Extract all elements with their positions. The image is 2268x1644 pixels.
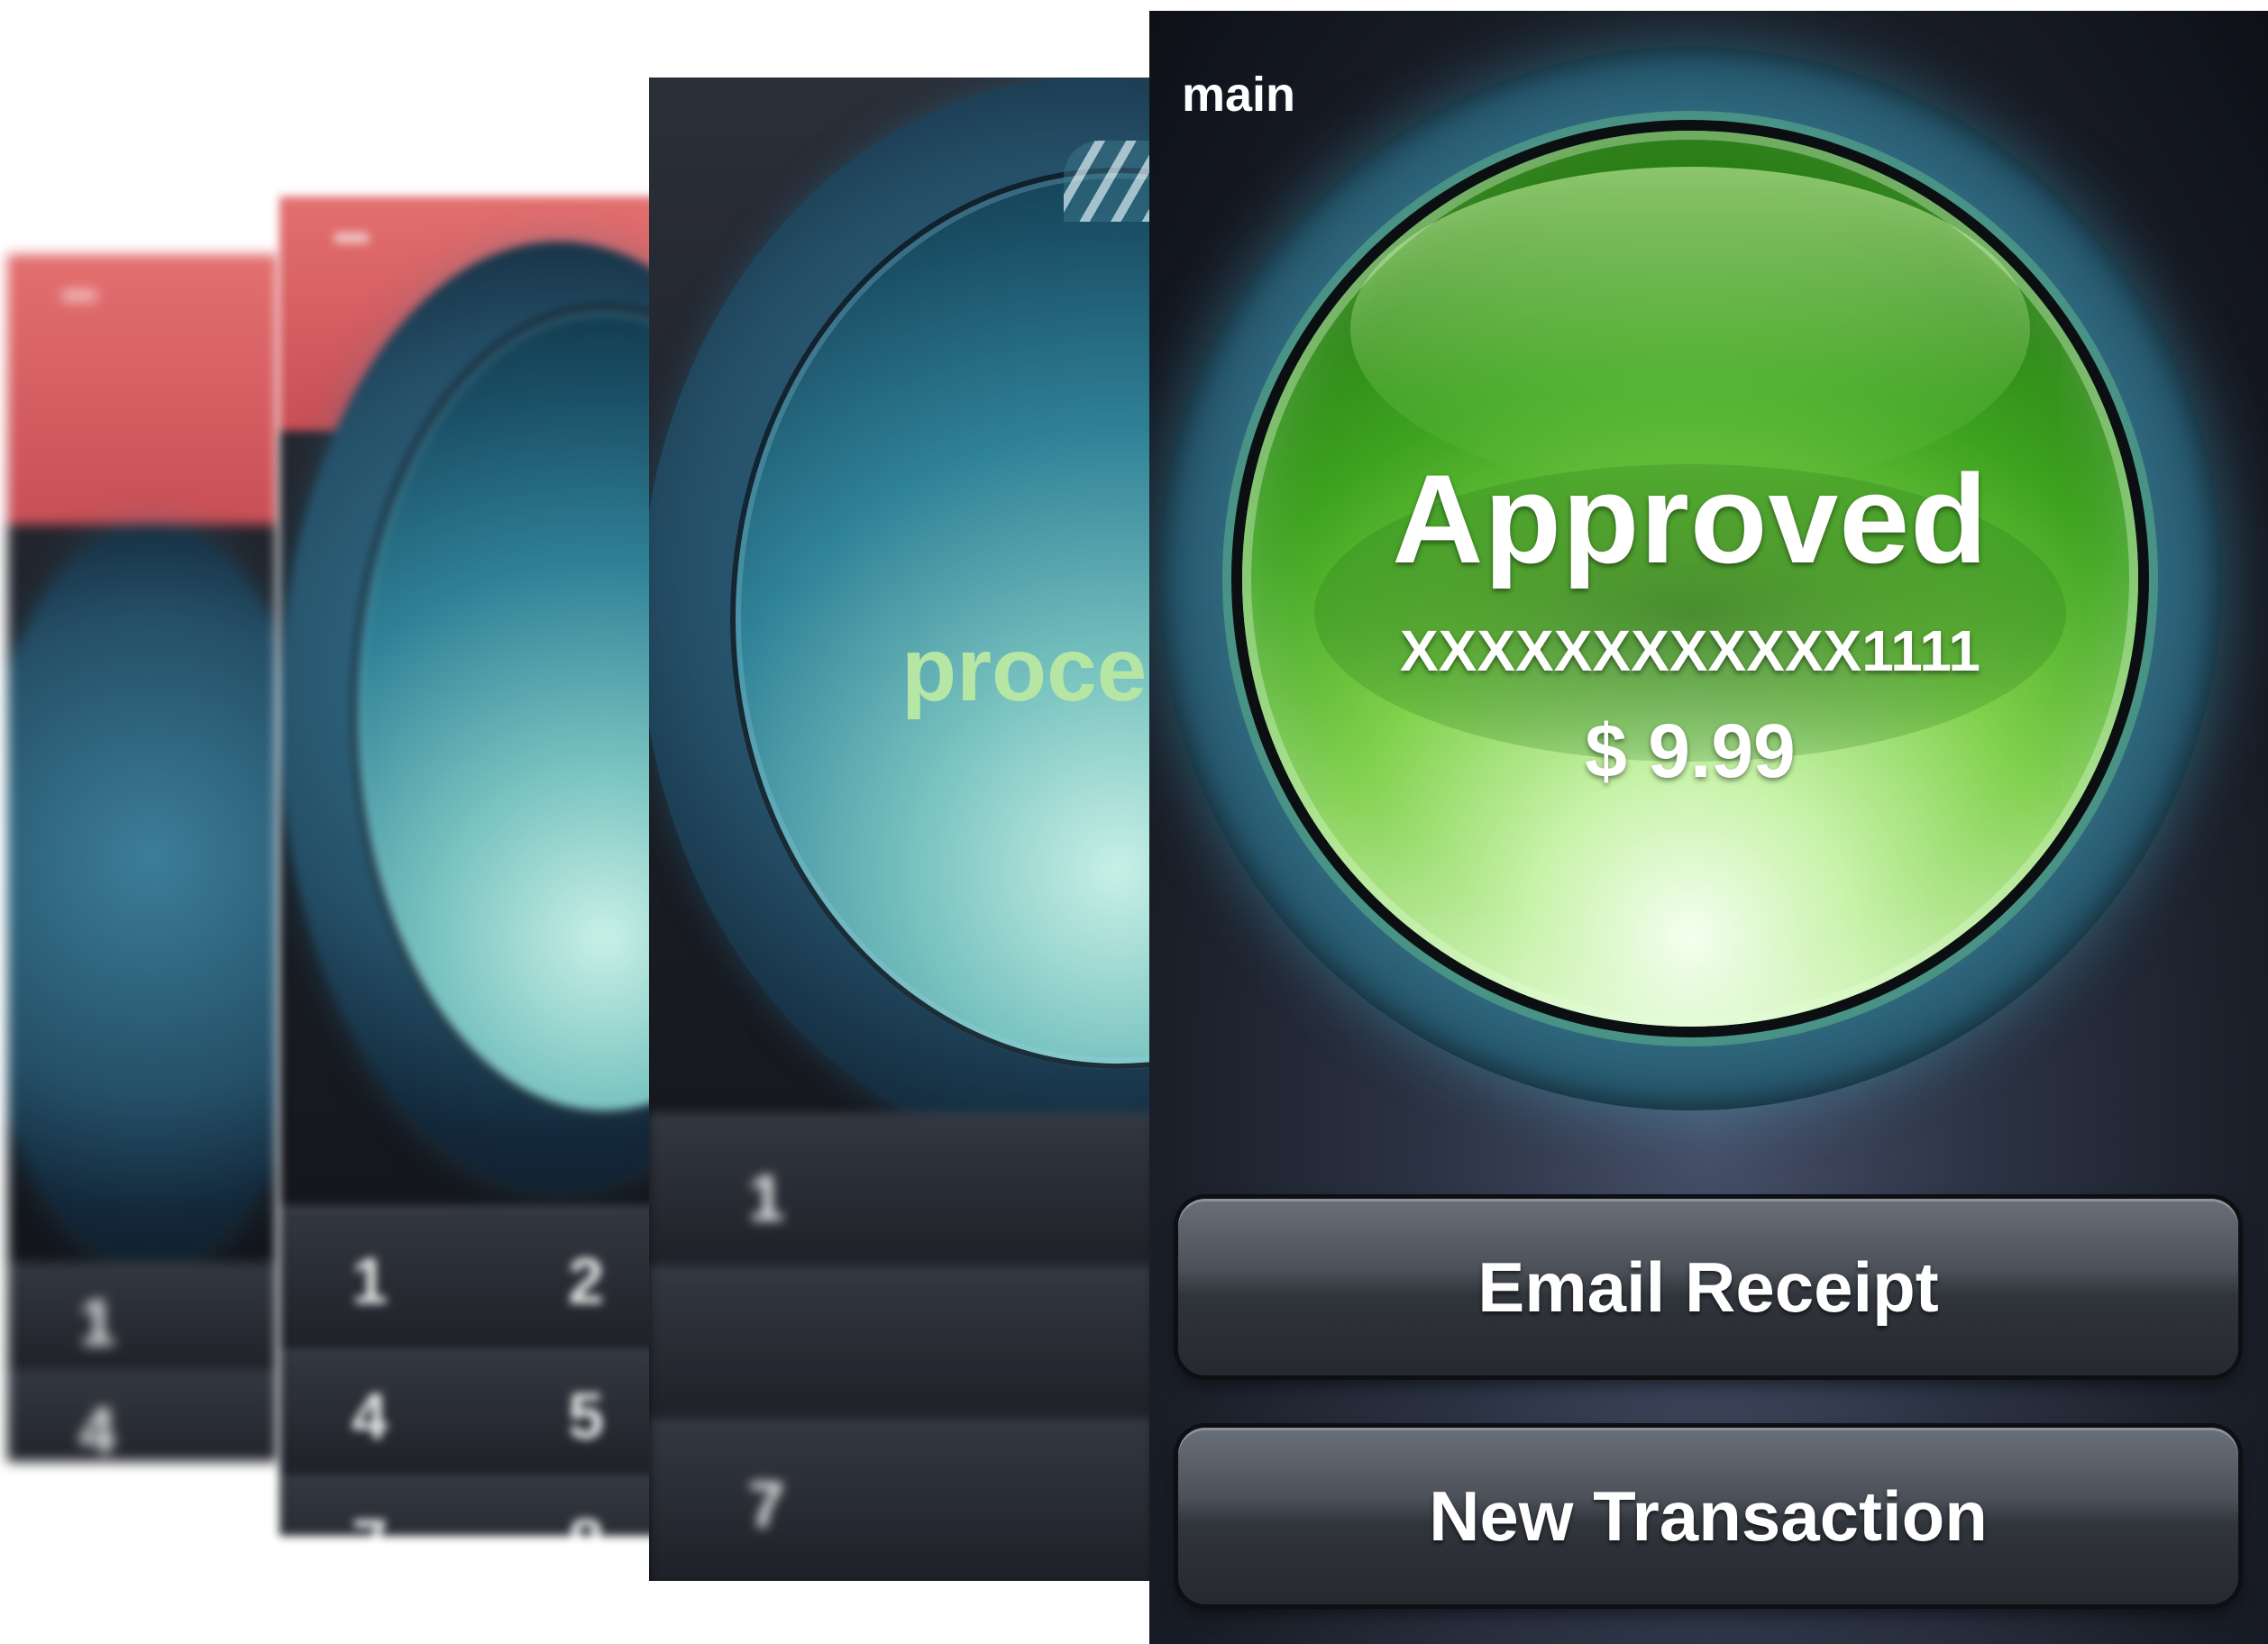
main-screen: main Approved XXXXXXXXXXXX1111 $ 9.99 Em… xyxy=(1149,11,2268,1644)
keypad-row: 1 xyxy=(649,1114,1154,1270)
top-bar xyxy=(7,254,278,525)
key: 7 xyxy=(748,1469,785,1541)
key: 7 xyxy=(352,1506,388,1536)
email-receipt-button[interactable]: Email Receipt xyxy=(1178,1199,2238,1375)
key: 1 xyxy=(748,1163,785,1235)
background-screen-4: 1 4 xyxy=(7,254,278,1462)
transaction-amount: $ 9.99 xyxy=(1585,708,1796,793)
keypad-row: 7 8 xyxy=(279,1476,658,1536)
glass-shine xyxy=(1350,167,2030,491)
background-screen-3: 1 2 4 5 7 8 xyxy=(279,196,658,1536)
keypad-row: 7 xyxy=(649,1420,1154,1581)
key: 5 xyxy=(568,1381,605,1453)
screen-title: main xyxy=(1182,68,1296,122)
key: 4 xyxy=(352,1381,389,1453)
key: 1 xyxy=(79,1287,116,1359)
background-screen-2: proce 1 7 xyxy=(649,78,1154,1581)
status-ring xyxy=(7,525,278,1264)
keypad-row: 1 xyxy=(7,1264,278,1375)
status-label: Approved xyxy=(1392,448,1989,589)
approved-status-display: Approved XXXXXXXXXXXX1111 $ 9.99 xyxy=(1242,131,2138,1027)
keypad-row: 4 5 xyxy=(279,1350,658,1479)
progress-chevrons xyxy=(1064,141,1154,222)
processing-status: proce xyxy=(901,619,1148,720)
key: 2 xyxy=(568,1246,605,1318)
key: 8 xyxy=(568,1506,604,1536)
keypad-row: 4 xyxy=(7,1372,278,1462)
key: 4 xyxy=(79,1395,116,1462)
keypad-row: 1 2 xyxy=(279,1206,658,1353)
key: 1 xyxy=(352,1246,389,1318)
masked-card-number: XXXXXXXXXXXX1111 xyxy=(1399,618,1981,683)
keypad: 1 7 xyxy=(649,1114,1154,1581)
app-screens-showcase: 1 4 1 2 4 5 7 8 proce 1 xyxy=(0,0,2268,1644)
keypad-row xyxy=(649,1267,1154,1423)
new-transaction-button[interactable]: New Transaction xyxy=(1178,1428,2238,1604)
